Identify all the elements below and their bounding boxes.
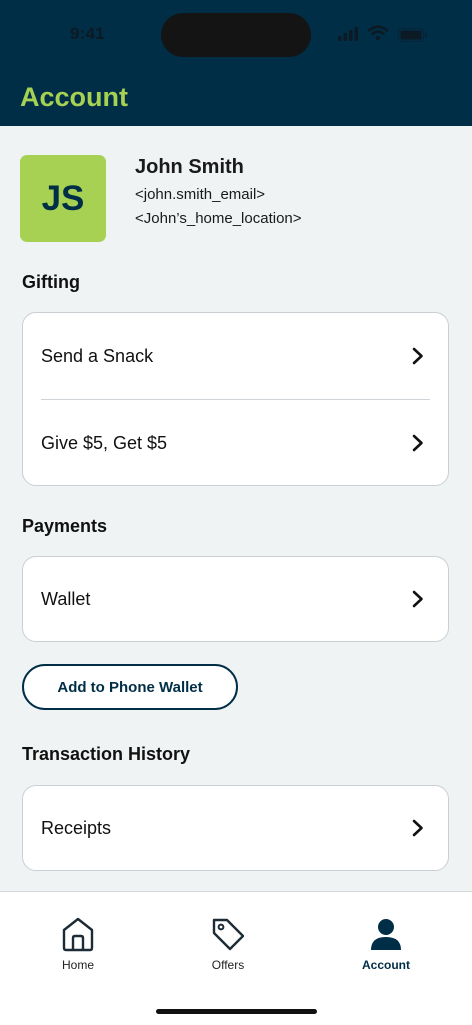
give-get-row[interactable]: Give $5, Get $5 [23,400,448,486]
tab-label: Account [362,958,410,972]
row-label: Receipts [41,817,112,838]
battery-icon [398,28,427,42]
page-title: Account [20,82,128,112]
tab-label: Offers [211,958,245,972]
chevron-right-icon [412,590,423,608]
person-icon [371,919,401,950]
tab-home[interactable]: Home [23,916,133,986]
chevron-right-icon [412,347,423,365]
section-title-gifting: Gifting [22,272,80,292]
app-header: 9:41 Account [0,0,472,126]
tag-icon [212,918,245,951]
avatar: JS [20,155,106,242]
add-to-phone-wallet-button[interactable]: Add to Phone Wallet [22,664,238,710]
transactions-card: Receipts [22,785,449,871]
row-label: Send a Snack [41,345,154,366]
tab-label: Home [61,958,94,972]
row-label: Wallet [41,588,91,609]
home-icon [62,917,94,952]
payments-card: Wallet [22,556,449,642]
cellular-signal-icon [338,27,358,41]
gifting-card: Send a Snack Give $5, Get $5 [22,312,449,486]
status-time: 9:41 [70,24,105,43]
home-indicator [156,1009,317,1014]
tab-bar: Home Offers Account [0,891,472,1025]
section-title-payments: Payments [22,516,108,536]
chevron-right-icon [412,819,423,837]
user-name: John Smith [135,156,244,178]
wifi-icon [368,25,388,41]
dynamic-island [161,13,311,57]
receipts-row[interactable]: Receipts [23,786,448,870]
tab-account[interactable]: Account [331,916,441,986]
chevron-right-icon [412,434,423,452]
row-label: Give $5, Get $5 [41,432,168,453]
section-title-transactions: Transaction History [22,744,191,764]
send-a-snack-row[interactable]: Send a Snack [23,313,448,399]
user-location: <John’s_home_location> [135,210,302,227]
tab-offers[interactable]: Offers [173,916,283,986]
wallet-row[interactable]: Wallet [23,557,448,641]
user-email: <john.smith_email> [135,186,266,203]
